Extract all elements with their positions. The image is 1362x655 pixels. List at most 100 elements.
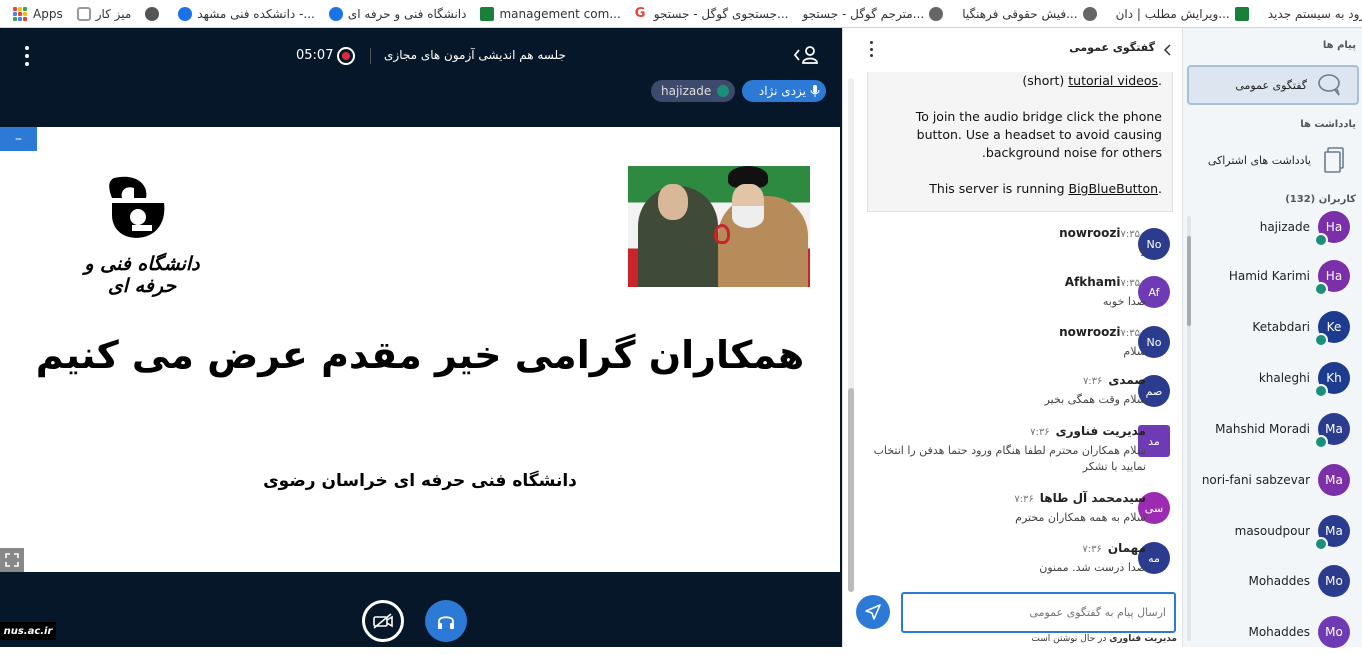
- bookmark-google-search[interactable]: G جستجوی گوگل - جستجو...: [634, 5, 789, 21]
- chat-message: nowroozi۷:۳۵ s: [856, 226, 1146, 261]
- message-author: مهمان: [1107, 541, 1146, 555]
- expand-icon: [5, 553, 19, 567]
- user-item-hajizade[interactable]: hajizade Ha: [1180, 204, 1350, 250]
- document-icon: [1324, 147, 1344, 173]
- sheet-icon: [480, 6, 495, 21]
- message-time: ۷:۳۶: [1082, 544, 1102, 555]
- user-avatar: Mo: [1318, 565, 1350, 597]
- meeting-header: 05:07 جلسه هم اندیشی آزمون های مجازی haj…: [0, 28, 842, 126]
- typing-indicator: مدیریت فناوری در حال نوشتن است: [867, 634, 1177, 644]
- typing-user: مدیریت فناوری: [1109, 634, 1177, 644]
- bookmark-login[interactable]: ورود به سیستم جدید...: [1268, 7, 1362, 21]
- user-item-masoudpour[interactable]: masoudpour Ma: [1180, 508, 1350, 554]
- beard: [732, 206, 764, 228]
- user-item-ketabdari[interactable]: Ketabdari Ke: [1180, 304, 1350, 350]
- send-message-button[interactable]: [856, 595, 890, 629]
- public-chat-panel: گفتگوی عمومی .(short) tutorial videos To…: [842, 28, 1182, 647]
- user-item-hamid-karimi[interactable]: Hamid Karimi Ha: [1180, 253, 1350, 299]
- public-chat-item[interactable]: گفتگوی عمومی: [1187, 65, 1359, 105]
- bookmark-translate[interactable]: مترجم گوگل - جستجو...: [802, 6, 948, 21]
- headset-status-icon: [1314, 282, 1328, 296]
- chat-message: صمدی ۷:۳۶ سلام وقت همگی بخیر: [856, 373, 1146, 408]
- leaders-photo: [628, 166, 810, 287]
- chat-message: nowroozi۷:۳۵ سلام: [856, 325, 1146, 360]
- bookmark-payslip[interactable]: فیش حقوقی فرهنگیا...: [962, 6, 1101, 21]
- bookmark-apps[interactable]: Apps: [33, 7, 63, 21]
- user-list-sidebar: پیام ها گفتگوی عمومی یادداشت ها یادداشت …: [1180, 28, 1362, 648]
- more-options-button[interactable]: [22, 46, 32, 66]
- user-item-mohaddes-2[interactable]: Mohaddes Mo: [1180, 609, 1350, 655]
- chat-header: گفتگوی عمومی: [843, 28, 1183, 74]
- welcome-line-2: To join the audio bridge click the phone…: [915, 109, 1162, 160]
- message-text: سلام: [1123, 345, 1146, 358]
- bookmark-edit-post[interactable]: ویرایش مطلب | دان...: [1116, 6, 1254, 21]
- user-avatar: Ha: [1314, 211, 1350, 247]
- user-avatar: Kh: [1314, 362, 1350, 398]
- bookmark-desk[interactable]: میز کار: [76, 6, 131, 21]
- face-left: [658, 184, 688, 220]
- user-item-mohaddes[interactable]: Mohaddes Mo: [1180, 558, 1350, 604]
- presenter-tag[interactable]: یزدی نژاد: [742, 80, 826, 102]
- globe-icon: [1082, 6, 1097, 21]
- chevron-left-icon[interactable]: [1163, 44, 1171, 56]
- desk-icon: [76, 6, 91, 21]
- user-list-toggle[interactable]: [792, 44, 820, 66]
- message-author: مدیریت فناوری: [1055, 424, 1146, 438]
- google-icon: G: [634, 5, 646, 21]
- audio-headset-button[interactable]: [425, 600, 467, 642]
- video-off-button[interactable]: [362, 600, 404, 642]
- message-text: سلام به همه همکاران محترم: [1015, 511, 1146, 524]
- tvu-logo-icon: [328, 6, 343, 21]
- bigbluebutton-link[interactable]: BigBlueButton: [1069, 181, 1159, 196]
- message-time: ۷:۳۵: [1120, 229, 1140, 240]
- welcome-line-3: .This server is running BigBlueButton: [929, 181, 1162, 196]
- meeting-title: جلسه هم اندیشی آزمون های مجازی: [384, 48, 566, 62]
- tutorial-videos-link[interactable]: tutorial videos: [1068, 73, 1158, 88]
- main-area: 05:07 جلسه هم اندیشی آزمون های مجازی haj…: [0, 28, 842, 647]
- chat-title: گفتگوی عمومی: [1069, 41, 1155, 54]
- bookmark-management[interactable]: management com...: [480, 6, 621, 21]
- fullscreen-button[interactable]: [0, 548, 24, 572]
- video-off-icon: [373, 613, 393, 629]
- microphone-icon: [810, 85, 820, 97]
- globe-icon: [145, 6, 160, 21]
- message-author: nowroozi: [1059, 325, 1121, 339]
- globe-icon: [929, 6, 944, 21]
- chat-scrollbar-track[interactable]: [848, 78, 854, 592]
- shared-notes-item[interactable]: یادداشت های اشتراکی: [1187, 140, 1359, 180]
- user-item-mahshid-moradi[interactable]: Mahshid Moradi Ma: [1180, 406, 1350, 452]
- headset-status-icon: [1314, 537, 1328, 551]
- microphone-status-icon: [1314, 233, 1328, 247]
- chat-scrollbar-thumb[interactable]: [848, 388, 854, 592]
- user-item-khaleghi[interactable]: khaleghi Kh: [1180, 355, 1350, 401]
- slide-subtitle: دانشگاه فنی حرفه ای خراسان رضوی: [263, 471, 577, 491]
- headphones-icon: [438, 616, 454, 629]
- apps-grid-icon[interactable]: [13, 6, 27, 21]
- bookmark-mashhad[interactable]: دانشکده فنی مشهد -...: [178, 6, 315, 21]
- message-author: nowroozi: [1059, 226, 1121, 240]
- message-text: سلام همکاران محترم لطفا هنگام ورود حتما …: [873, 444, 1146, 473]
- typing-text: در حال نوشتن است: [1031, 634, 1107, 644]
- university-emblem-icon: [109, 176, 165, 238]
- minimize-presentation-button[interactable]: –: [0, 127, 37, 151]
- message-time: ۷:۳۵: [1120, 278, 1140, 289]
- action-bar: nus.ac.ir: [0, 572, 842, 647]
- message-time: ۷:۳۶: [1014, 494, 1034, 505]
- message-author: Afkhami: [1064, 275, 1121, 289]
- messages-section-title: پیام ها: [1322, 40, 1356, 51]
- message-text: صدا درست شد. ممنون: [1039, 561, 1146, 574]
- user-tag-hajizade[interactable]: hajizade: [651, 80, 736, 102]
- chat-message: مدیریت فناوری ۷:۳۶ سلام همکاران محترم لطف…: [856, 424, 1146, 475]
- sheet-icon: [1234, 6, 1249, 21]
- bookmark-tvu[interactable]: دانشگاه فنی و حرفه ای: [328, 6, 466, 21]
- user-item-nori-fani[interactable]: nori-fani sabzevar Ma: [1180, 457, 1350, 503]
- user-avatar: Ma: [1314, 515, 1350, 551]
- recording-icon[interactable]: [337, 47, 355, 65]
- chat-options-button[interactable]: [867, 41, 875, 57]
- message-text: صدا خوبه: [1102, 295, 1146, 308]
- message-text: سلام وقت همگی بخیر: [1044, 393, 1146, 406]
- notes-section-title: یادداشت ها: [1300, 119, 1356, 130]
- bookmark-globe[interactable]: [145, 6, 164, 21]
- headset-status-icon: [1314, 333, 1328, 347]
- chat-message-input[interactable]: [901, 592, 1176, 633]
